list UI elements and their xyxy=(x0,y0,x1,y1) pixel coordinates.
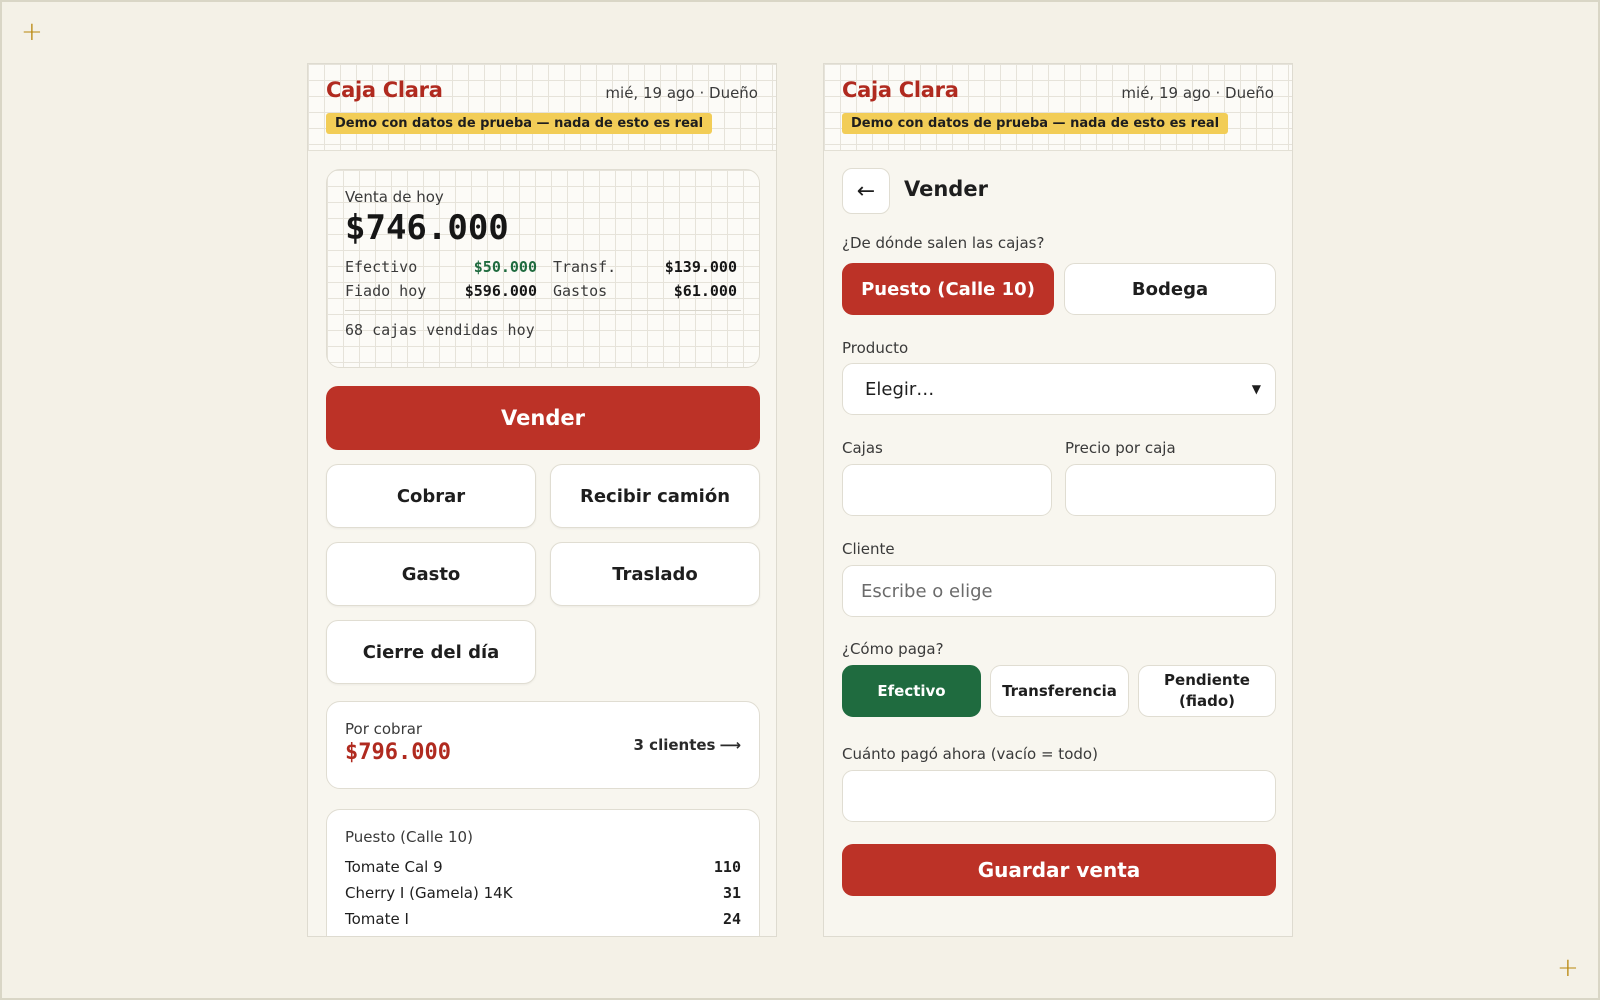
receivable-clients-count: 3 clientes xyxy=(633,736,716,754)
brand-title: Caja Clara xyxy=(842,78,959,102)
client-label: Cliente xyxy=(842,540,895,558)
collect-button[interactable]: Cobrar xyxy=(326,464,536,528)
stock-product-name: Tomate I xyxy=(345,910,409,928)
today-summary-card: Venta de hoy $746.000 Efectivo $50.000 T… xyxy=(326,169,760,368)
save-sale-button[interactable]: Guardar venta xyxy=(842,844,1276,896)
brand-title: Caja Clara xyxy=(326,78,443,102)
corner-plus-icon: + xyxy=(1557,953,1579,983)
today-sales-label: Venta de hoy xyxy=(345,188,444,206)
stock-product-qty: 24 xyxy=(722,910,741,928)
today-sales-total: $746.000 xyxy=(345,208,509,248)
page-frame xyxy=(0,0,1600,1000)
sell-screen: Caja Clara mié, 19 ago · Dueño Demo con … xyxy=(823,63,1293,937)
stock-card: Puesto (Calle 10) Tomate Cal 9 110 Cherr… xyxy=(326,809,760,936)
app-header: Caja Clara mié, 19 ago · Dueño Demo con … xyxy=(824,64,1292,151)
paid-now-label: Cuánto pagó ahora (vacío = todo) xyxy=(842,745,1098,763)
stat-value-cash: $50.000 xyxy=(473,258,537,276)
close-day-button[interactable]: Cierre del día xyxy=(326,620,536,684)
source-option-warehouse[interactable]: Bodega xyxy=(1064,263,1276,315)
payment-option-pending[interactable]: Pendiente (fiado) xyxy=(1138,665,1276,717)
product-select[interactable]: Elegir… ▼ xyxy=(842,363,1276,415)
receivable-clients-link[interactable]: 3 clientes ⟶ xyxy=(634,736,741,754)
product-select-value: Elegir… xyxy=(865,378,935,400)
chevron-down-icon: ▼ xyxy=(1251,382,1261,396)
stat-value-transfer: $139.000 xyxy=(664,258,737,276)
payment-label: ¿Cómo paga? xyxy=(842,640,944,658)
demo-badge: Demo con datos de prueba — nada de esto … xyxy=(326,113,713,134)
stat-label-cash: Efectivo xyxy=(345,258,418,276)
stock-product-qty: 31 xyxy=(722,884,741,902)
summary-divider xyxy=(345,310,741,311)
app-header: Caja Clara mié, 19 ago · Dueño Demo con … xyxy=(308,64,776,151)
boxes-input[interactable] xyxy=(842,464,1052,516)
stat-label-credit: Fiado hoy xyxy=(345,282,427,300)
stock-row: Tomate I 24 xyxy=(345,906,741,932)
sell-button[interactable]: Vender xyxy=(326,386,760,450)
stock-location-title: Puesto (Calle 10) xyxy=(345,828,473,846)
transfer-button[interactable]: Traslado xyxy=(550,542,760,606)
source-label: ¿De dónde salen las cajas? xyxy=(842,234,1045,252)
stat-value-credit: $596.000 xyxy=(464,282,537,300)
home-screen: Caja Clara mié, 19 ago · Dueño Demo con … xyxy=(307,63,777,937)
stat-value-expenses: $61.000 xyxy=(673,282,737,300)
stat-label-expenses: Gastos xyxy=(553,282,608,300)
arrow-right-icon: ⟶ xyxy=(719,736,741,754)
boxes-sold-today: 68 cajas vendidas hoy xyxy=(345,321,535,339)
stock-product-qty: 110 xyxy=(713,858,741,876)
stock-row: Cherry I (Gamela) 14K 31 xyxy=(345,880,741,906)
stock-product-name: Tomate Cal 9 xyxy=(345,858,443,876)
payment-option-transfer[interactable]: Transferencia xyxy=(990,665,1129,717)
receivable-card[interactable]: Por cobrar $796.000 3 clientes ⟶ xyxy=(326,701,760,789)
receive-truck-button[interactable]: Recibir camión xyxy=(550,464,760,528)
demo-badge: Demo con datos de prueba — nada de esto … xyxy=(842,113,1229,134)
paid-now-input[interactable] xyxy=(842,770,1276,822)
client-input[interactable] xyxy=(842,565,1276,617)
source-option-stall[interactable]: Puesto (Calle 10) xyxy=(842,263,1054,315)
screen-title: Vender xyxy=(904,177,988,201)
header-date-role: mié, 19 ago · Dueño xyxy=(605,84,758,102)
payment-option-cash[interactable]: Efectivo xyxy=(842,665,981,717)
expense-button[interactable]: Gasto xyxy=(326,542,536,606)
stock-product-name: Cherry I (Gamela) 14K xyxy=(345,884,513,902)
back-button[interactable]: ← xyxy=(842,168,890,214)
stock-row: Tomate Cal 9 110 xyxy=(345,854,741,880)
today-stats: Efectivo $50.000 Transf. $139.000 Fiado … xyxy=(345,258,741,300)
arrow-left-icon: ← xyxy=(856,178,876,204)
product-label: Producto xyxy=(842,339,909,357)
boxes-label: Cajas xyxy=(842,439,883,457)
price-label: Precio por caja xyxy=(1065,439,1176,457)
stat-label-transfer: Transf. xyxy=(553,258,617,276)
corner-plus-icon: + xyxy=(21,17,43,47)
price-per-box-input[interactable] xyxy=(1065,464,1276,516)
header-date-role: mié, 19 ago · Dueño xyxy=(1121,84,1274,102)
